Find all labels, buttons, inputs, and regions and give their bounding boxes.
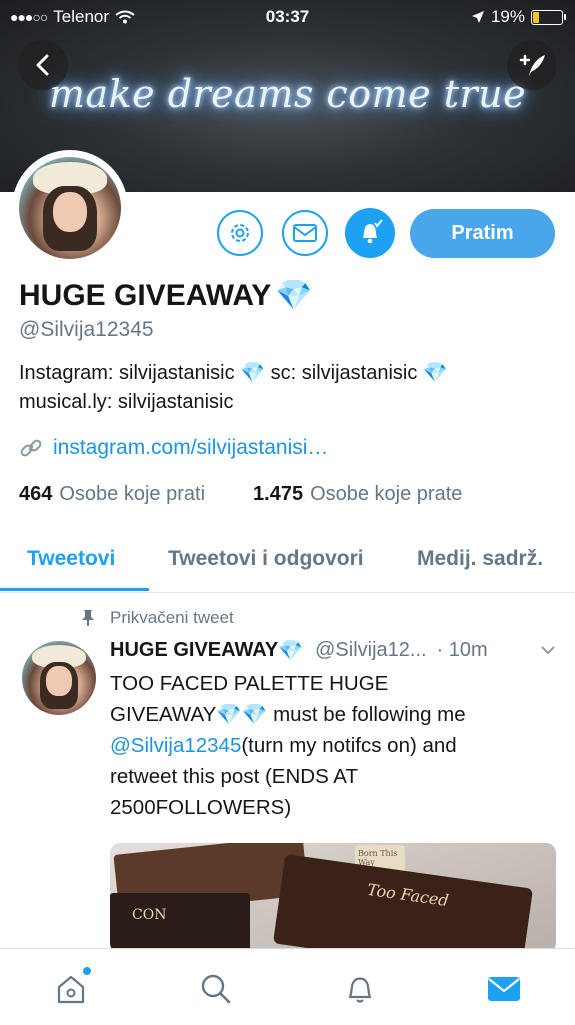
notifications-icon bbox=[348, 977, 372, 1003]
bell-icon bbox=[363, 219, 383, 244]
tweet-timestamp: · 10m bbox=[436, 639, 488, 661]
active-tab-indicator bbox=[0, 588, 149, 591]
back-icon bbox=[36, 54, 49, 76]
nav-search[interactable] bbox=[196, 969, 236, 1009]
following-count-link[interactable]: 464 Osobe koje prati bbox=[19, 483, 205, 506]
profile-name: HUGE GIVEAWAY 💎 bbox=[19, 278, 313, 313]
nav-home[interactable] bbox=[51, 967, 91, 1009]
tweet-mention[interactable]: @Silvija12345 bbox=[110, 734, 241, 757]
compose-icon bbox=[519, 54, 545, 76]
back-button[interactable] bbox=[18, 40, 68, 90]
message-button[interactable] bbox=[282, 210, 328, 256]
home-notification-dot bbox=[83, 967, 91, 975]
profile-bio: Instagram: silvijastanisic 💎 sc: silvija… bbox=[19, 362, 448, 413]
nav-messages[interactable] bbox=[484, 969, 524, 1009]
profile-link-text: instagram.com/silvijastanisi… bbox=[53, 436, 329, 459]
settings-button[interactable] bbox=[217, 210, 263, 256]
profile-name-text: HUGE GIVEAWAY bbox=[19, 278, 272, 312]
gear-icon bbox=[231, 224, 249, 242]
followers-count-link[interactable]: 1.475 Osobe koje prate bbox=[253, 483, 462, 506]
bottom-tab-bar bbox=[0, 948, 575, 1025]
nav-notifications[interactable] bbox=[340, 969, 380, 1009]
battery-percent: 19% bbox=[490, 7, 525, 26]
follow-counts: 464 Osobe koje prati 1.475 Osobe koje prat… bbox=[19, 483, 462, 506]
profile-handle: @Silvija12345 bbox=[19, 318, 154, 341]
tweet-header: HUGE GIVEAWAY 💎 @Silvija12... · 10m bbox=[110, 638, 560, 663]
tweet-text: TOO FACED PALETTE HUGE GIVEAWAY💎💎 must b… bbox=[110, 672, 466, 819]
diamond-emoji-icon: 💎💎 bbox=[216, 703, 268, 726]
tweet-author-handle: @Silvija12... bbox=[315, 639, 427, 661]
tweet-media-image[interactable]: CON Born This Way Too Faced bbox=[110, 843, 556, 953]
diamond-emoji-icon: 💎 bbox=[240, 362, 266, 384]
tab-tweets-replies[interactable]: Tweetovi i odgovori bbox=[168, 547, 364, 571]
battery-icon bbox=[531, 9, 566, 25]
messages-icon bbox=[488, 977, 520, 1001]
avatar-image bbox=[19, 157, 121, 259]
profile-avatar[interactable] bbox=[12, 150, 128, 266]
search-icon bbox=[201, 974, 231, 1004]
status-bar: ●●●○○ Telenor 03:37 19% bbox=[0, 0, 575, 34]
following-button[interactable]: Pratim bbox=[410, 209, 555, 258]
diamond-emoji-icon: 💎 bbox=[275, 279, 313, 312]
profile-link[interactable]: instagram.com/silvijastanisi… bbox=[19, 436, 328, 460]
pinned-label: Prikvačeni tweet bbox=[80, 608, 234, 628]
profile-tabs: Tweetovi Tweetovi i odgovori Medij. sadr… bbox=[0, 532, 575, 593]
link-icon bbox=[20, 439, 42, 457]
tab-tweets[interactable]: Tweetovi bbox=[27, 547, 115, 571]
diamond-emoji-icon: 💎 bbox=[278, 640, 304, 662]
tweet-author-name[interactable]: HUGE GIVEAWAY bbox=[110, 639, 278, 662]
mail-icon bbox=[293, 224, 317, 242]
compose-button[interactable] bbox=[507, 40, 557, 90]
banner-neon-text: make dreams come true bbox=[48, 72, 527, 116]
tab-media[interactable]: Medij. sadrž. bbox=[417, 547, 543, 571]
notifications-toggle[interactable] bbox=[345, 208, 395, 258]
pin-icon bbox=[82, 610, 94, 626]
tweet-author-avatar[interactable] bbox=[22, 641, 96, 715]
diamond-emoji-icon: 💎 bbox=[422, 362, 448, 384]
chevron-down-icon[interactable] bbox=[538, 640, 558, 660]
home-icon bbox=[57, 975, 85, 1004]
location-icon bbox=[471, 11, 484, 23]
